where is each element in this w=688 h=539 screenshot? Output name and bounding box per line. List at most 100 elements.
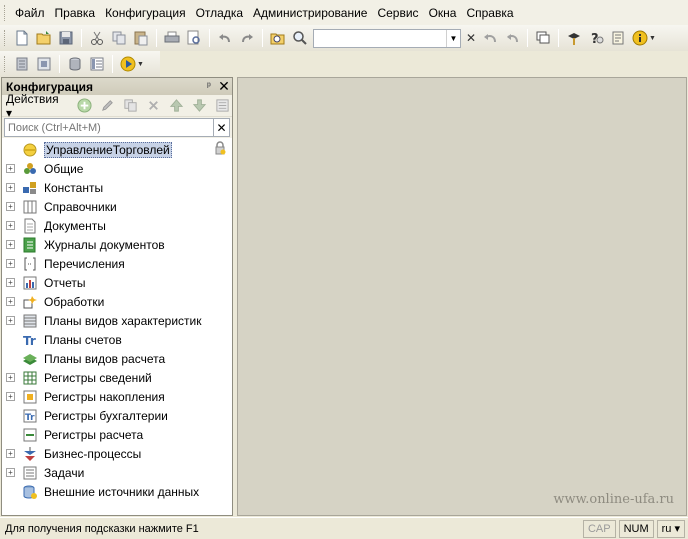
language-selector[interactable]: ru ▾	[656, 519, 685, 538]
sort-icon[interactable]	[212, 97, 232, 115]
expand-icon[interactable]: +	[6, 240, 15, 249]
run-icon[interactable]	[117, 53, 139, 75]
tree-search-input[interactable]	[4, 118, 214, 137]
pin-icon[interactable]: ᵖ	[202, 81, 216, 92]
save-icon[interactable]	[55, 27, 77, 49]
print-icon[interactable]	[161, 27, 183, 49]
accounting-registers-icon: Tr	[22, 408, 38, 424]
tree-item[interactable]: Планы видов расчета	[2, 349, 232, 368]
expand-icon[interactable]: +	[6, 297, 15, 306]
expand-icon[interactable]: +	[6, 221, 15, 230]
help-contents-icon[interactable]	[607, 27, 629, 49]
toolbar-grip[interactable]	[4, 30, 7, 46]
menu-windows[interactable]: Окна	[424, 3, 462, 23]
tree-item-label: УправлениеТорговлей	[44, 141, 172, 158]
tree-item-label: Общие	[44, 161, 84, 176]
toolbar-search-input[interactable]	[314, 30, 446, 46]
tree-item[interactable]: + Бизнес-процессы	[2, 444, 232, 463]
copy-icon[interactable]	[108, 27, 130, 49]
tree-item-label: Задачи	[44, 465, 85, 480]
menu-configuration[interactable]: Конфигурация	[100, 3, 191, 23]
common-icon	[22, 161, 38, 177]
edit-icon[interactable]	[98, 97, 118, 115]
tree-item-label: Справочники	[44, 199, 117, 214]
move-up-icon[interactable]	[166, 97, 186, 115]
tree-item[interactable]: + Журналы документов	[2, 235, 232, 254]
redo-icon[interactable]	[236, 27, 258, 49]
run-dropdown-icon[interactable]: ▼	[137, 61, 144, 68]
tree-item[interactable]: + Перечисления	[2, 254, 232, 273]
tree-item[interactable]: + Общие	[2, 159, 232, 178]
chart-of-accounts-icon: Tr	[22, 332, 38, 348]
expand-icon[interactable]: +	[6, 164, 15, 173]
tree-item[interactable]: + Константы	[2, 178, 232, 197]
tree-item[interactable]: + Задачи	[2, 463, 232, 482]
svg-text:Tr: Tr	[23, 334, 36, 348]
help-icon[interactable]: ?	[585, 27, 607, 49]
list-icon[interactable]	[86, 53, 108, 75]
undo-icon[interactable]	[214, 27, 236, 49]
tree-root-item[interactable]: УправлениеТорговлей	[2, 140, 232, 159]
menu-service[interactable]: Сервис	[372, 3, 423, 23]
expand-icon[interactable]: +	[6, 183, 15, 192]
chart-of-calculation-icon	[22, 351, 38, 367]
expand-icon[interactable]: +	[6, 316, 15, 325]
info-registers-icon	[22, 370, 38, 386]
tree-item[interactable]: + Документы	[2, 216, 232, 235]
database-icon[interactable]	[64, 53, 86, 75]
tree-search-clear-icon[interactable]: ✕	[214, 118, 230, 137]
tree-item[interactable]: Tr Планы счетов	[2, 330, 232, 349]
open-icon[interactable]	[33, 27, 55, 49]
toolbar-grip[interactable]	[4, 56, 7, 72]
print-preview-icon[interactable]	[183, 27, 205, 49]
move-down-icon[interactable]	[189, 97, 209, 115]
tree-item[interactable]: + Отчеты	[2, 273, 232, 292]
search-icon[interactable]	[289, 27, 311, 49]
tree-item[interactable]: + Регистры сведений	[2, 368, 232, 387]
tree-item[interactable]: Регистры расчета	[2, 425, 232, 444]
tree-item[interactable]: Tr Регистры бухгалтерии	[2, 406, 232, 425]
search-clear-icon[interactable]: ✕	[463, 29, 479, 48]
cut-icon[interactable]	[86, 27, 108, 49]
new-icon[interactable]	[11, 27, 33, 49]
tree-item[interactable]: Внешние источники данных	[2, 482, 232, 501]
menu-file[interactable]: Файл	[10, 3, 50, 23]
search-combo[interactable]: ▼	[313, 28, 461, 48]
compare-icon[interactable]	[33, 53, 55, 75]
expand-icon[interactable]: +	[6, 373, 15, 382]
copy-item-icon[interactable]	[120, 97, 140, 115]
forward-icon[interactable]	[501, 27, 523, 49]
dataprocessors-icon	[22, 294, 38, 310]
expand-icon[interactable]: +	[6, 202, 15, 211]
tree-item-label: Бизнес-процессы	[44, 446, 142, 461]
expand-icon[interactable]: +	[6, 278, 15, 287]
syntax-helper-icon[interactable]	[563, 27, 585, 49]
tasks-icon	[22, 465, 38, 481]
delete-icon[interactable]	[143, 97, 163, 115]
close-icon[interactable]: ✕	[216, 78, 232, 95]
menu-edit[interactable]: Правка	[50, 3, 101, 23]
search-dropdown-icon[interactable]: ▼	[446, 29, 460, 47]
menu-administration[interactable]: Администрирование	[248, 3, 372, 23]
config-db-icon[interactable]	[11, 53, 33, 75]
expander-placeholder	[6, 354, 15, 363]
menu-debug[interactable]: Отладка	[191, 3, 248, 23]
add-icon[interactable]	[75, 97, 95, 115]
tree-item[interactable]: + Справочники	[2, 197, 232, 216]
menu-help[interactable]: Справка	[461, 3, 518, 23]
tree-item[interactable]: + Планы видов характеристик	[2, 311, 232, 330]
tree-item[interactable]: + Обработки	[2, 292, 232, 311]
expand-icon[interactable]: +	[6, 259, 15, 268]
info-icon[interactable]	[629, 27, 651, 49]
actions-menu-button[interactable]: Действия ▾	[6, 92, 68, 120]
find-in-tree-icon[interactable]	[267, 27, 289, 49]
menu-grip[interactable]	[4, 4, 7, 21]
back-icon[interactable]	[479, 27, 501, 49]
expand-icon[interactable]: +	[6, 392, 15, 401]
paste-icon[interactable]	[130, 27, 152, 49]
expand-icon[interactable]: +	[6, 449, 15, 458]
tree-item[interactable]: + Регистры накопления	[2, 387, 232, 406]
windows-icon[interactable]	[532, 27, 554, 49]
expand-icon[interactable]: +	[6, 468, 15, 477]
more-dropdown-icon[interactable]: ▼	[649, 35, 656, 42]
